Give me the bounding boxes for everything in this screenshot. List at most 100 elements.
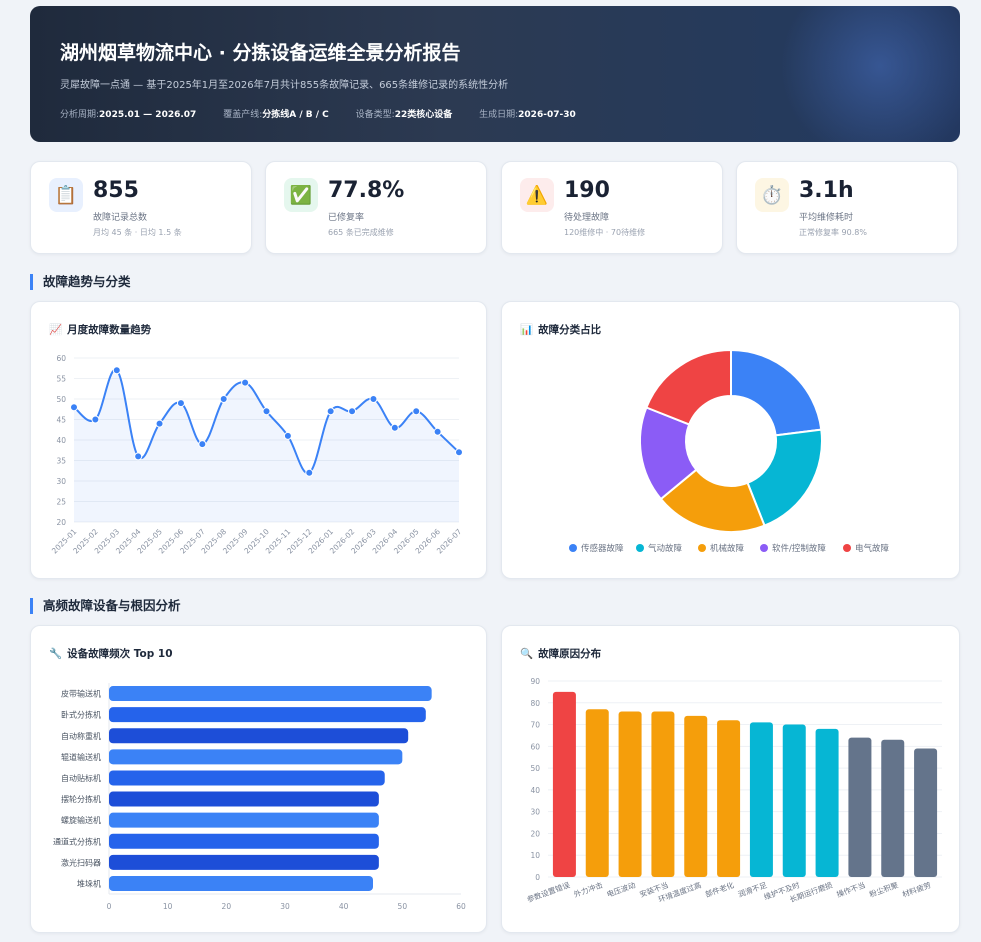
y-tick-label: 摆轮分拣机	[61, 794, 101, 804]
equipment-card: 🔧 设备故障频次 Top 10 0 10 20 30 40 50 60 皮带输送机 卧式分拣机 自动…	[30, 625, 487, 933]
kpi-detail: 月均 45 条 · 日均 1.5 条	[93, 228, 182, 237]
data-point	[412, 407, 421, 416]
bar	[717, 720, 741, 877]
bar	[109, 854, 379, 870]
kpi-value: 77.8%	[328, 178, 405, 203]
data-point	[348, 407, 357, 416]
x-tick-label: 50	[398, 902, 408, 911]
data-point	[198, 440, 207, 449]
x-tick-label: 部件老化	[704, 879, 736, 899]
y-tick-label: 20	[56, 518, 66, 527]
category-donut-chart: 传感器故障 气动故障 机械故障 软件/控制故障 电气故障	[569, 348, 890, 554]
bar	[914, 748, 938, 877]
y-tick-label: 45	[56, 416, 66, 425]
legend-label: 传感器故障	[581, 543, 624, 554]
y-tick-label: 50	[56, 395, 66, 404]
bar	[109, 686, 432, 702]
kpi-card-pending: ⚠️ 190 待处理故障 120维修中 · 70待维修	[501, 161, 723, 254]
bar	[848, 737, 872, 877]
bar	[749, 722, 773, 877]
data-point	[219, 395, 228, 403]
data-point	[369, 395, 378, 403]
legend-swatch	[698, 544, 706, 552]
data-point	[455, 448, 463, 457]
meta-lines: 覆盖产线:分拣线A / B / C	[223, 110, 329, 120]
pie-slice	[645, 348, 732, 426]
data-point	[241, 378, 250, 387]
y-tick-label: 30	[56, 477, 66, 486]
data-point	[262, 407, 271, 416]
bar	[109, 791, 379, 807]
kpi-card-total: 📋 855 故障记录总数 月均 45 条 · 日均 1.5 条	[30, 161, 252, 254]
y-tick-label: 螺旋输送机	[61, 815, 101, 825]
y-tick-label: 通道式分拣机	[53, 836, 101, 846]
y-tick-label: 皮带输送机	[61, 689, 101, 699]
cause-card: 🔍 故障原因分布 0 10 20 30 40 50 60 70 80 90 参数设置错误 外力冲击 电压波…	[501, 625, 960, 933]
clipboard-icon: 📋	[49, 178, 83, 212]
bar	[109, 833, 379, 849]
kpi-value: 855	[93, 178, 139, 203]
bar	[109, 875, 373, 891]
data-point	[70, 403, 78, 412]
kpi-label: 故障记录总数	[93, 213, 148, 223]
y-tick-label: 0	[535, 873, 540, 882]
check-icon: ✅	[284, 178, 318, 212]
data-point	[305, 468, 314, 477]
y-tick-label: 35	[56, 457, 66, 466]
legend-label: 软件/控制故障	[772, 543, 826, 554]
kpi-card-repaired: ✅ 77.8% 已修复率 665 条已完成维修	[265, 161, 487, 254]
line-area	[74, 369, 459, 522]
x-tick-label: 外力冲击	[572, 879, 604, 899]
y-tick-label: 自动称重机	[61, 731, 101, 741]
page-subtitle: 灵犀故障一点通 — 基于2025年1月至2026年7月共计855条故障记录、66…	[60, 80, 509, 91]
y-tick-label: 80	[530, 699, 540, 708]
kpi-label: 已修复率	[328, 213, 365, 223]
monthly-trend-card: 📈 月度故障数量趋势 20 25 30 35 40 45 50 55 60 2025-01 2025-…	[30, 301, 487, 579]
y-tick-label: 55	[56, 375, 66, 384]
data-point	[390, 423, 399, 432]
legend-swatch	[569, 544, 577, 552]
y-tick-label: 激光扫码器	[61, 857, 101, 867]
report-header: 湖州烟草物流中心 · 分拣设备运维全景分析报告 灵犀故障一点通 — 基于2025…	[30, 6, 960, 142]
y-tick-label: 50	[530, 764, 540, 773]
y-tick-label: 70	[530, 721, 540, 730]
data-point	[91, 415, 100, 424]
legend-label: 气动故障	[648, 543, 683, 554]
bar	[651, 711, 675, 877]
legend-swatch	[636, 544, 644, 552]
bar	[782, 724, 806, 877]
data-point	[155, 419, 164, 428]
x-tick-label: 电压波动	[605, 879, 637, 899]
y-tick-label: 60	[530, 742, 540, 751]
bar	[585, 709, 609, 877]
kpi-detail: 665 条已完成维修	[328, 228, 394, 237]
bar	[881, 739, 905, 877]
x-tick-label: 粉尘积聚	[868, 879, 900, 899]
legend-label: 电气故障	[855, 543, 890, 554]
legend-swatch	[760, 544, 768, 552]
header-glow	[780, 6, 960, 142]
data-point	[326, 407, 335, 416]
y-tick-label: 堆垛机	[77, 878, 101, 888]
legend-label: 机械故障	[710, 543, 745, 554]
data-point	[283, 431, 292, 440]
data-point	[176, 399, 185, 408]
x-tick-label: 参数设置错误	[525, 879, 571, 904]
x-tick-label: 30	[280, 902, 290, 911]
data-point	[433, 427, 442, 436]
y-tick-label: 40	[530, 786, 540, 795]
x-tick-label: 10	[163, 902, 173, 911]
meta-equipment-types: 设备类型:22类核心设备	[355, 110, 453, 120]
y-tick-label: 60	[56, 354, 66, 363]
category-card: 📊 故障分类占比 传感器故障 气动故障 机械故障 软件/控制故障 电气故障	[501, 301, 960, 579]
cause-bar-chart: 0102030405060708090参数设置错误 外力冲击 电压波动 安装不当环境温…	[525, 677, 942, 904]
report-meta: 分析周期:2025.01 — 2026.07 覆盖产线:分拣线A / B / C…	[60, 107, 600, 120]
x-tick-label: 40	[339, 902, 349, 911]
y-tick-label: 20	[530, 829, 540, 838]
y-tick-label: 10	[530, 851, 540, 860]
x-tick-label: 0	[107, 902, 112, 911]
page-title: 湖州烟草物流中心 · 分拣设备运维全景分析报告	[60, 42, 461, 64]
y-tick-label: 自动贴标机	[61, 773, 101, 783]
kpi-label: 平均维修耗时	[799, 213, 854, 223]
kpi-card-repair-time: ⏱️ 3.1h 平均维修耗时 正常修复率 90.8%	[736, 161, 958, 254]
